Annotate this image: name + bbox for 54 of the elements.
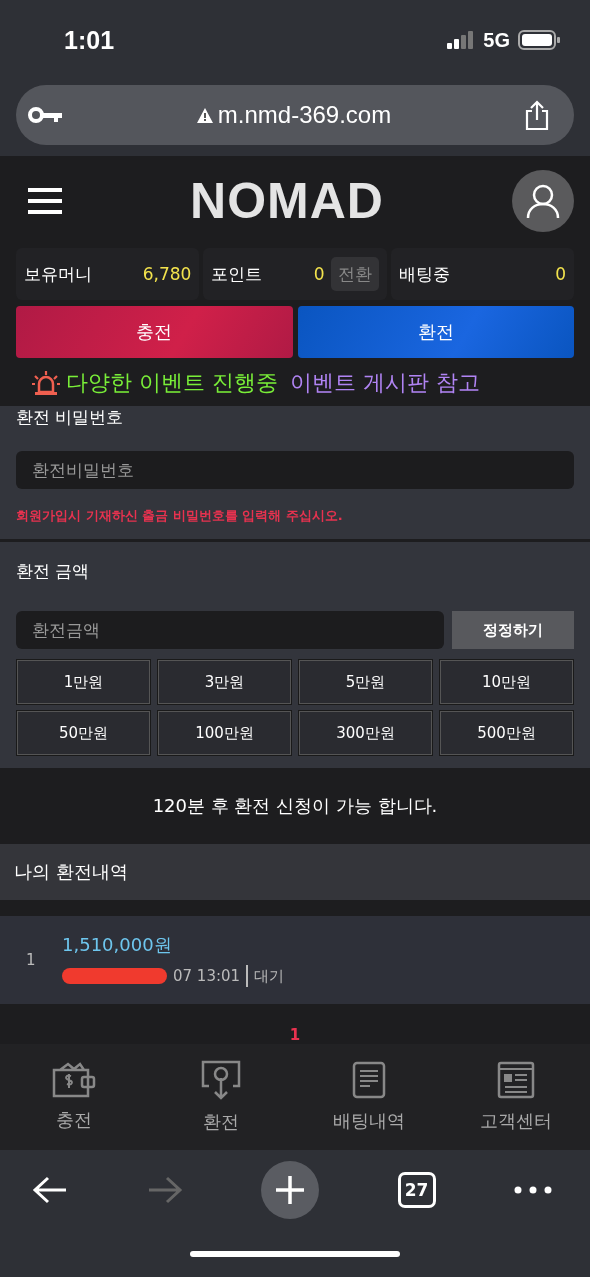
stat-value: 0 — [313, 264, 325, 284]
request-date: 07 13:01 — [173, 967, 241, 985]
nav-item[interactable]: 환전 — [161, 1060, 282, 1134]
amount-button[interactable]: 3만원 — [157, 659, 292, 705]
amount-button[interactable]: 500만원 — [439, 710, 574, 756]
wallet-icon — [51, 1062, 96, 1098]
amount-button[interactable]: 50만원 — [16, 710, 151, 756]
event-text: 다양한 이벤트 진행중 — [66, 369, 278, 397]
withdraw-button[interactable]: 환전 — [297, 306, 574, 358]
menu-icon[interactable] — [28, 188, 62, 214]
share-icon[interactable] — [524, 100, 550, 130]
amount-button[interactable]: 100만원 — [157, 710, 292, 756]
amount-button[interactable]: 1만원 — [16, 659, 151, 705]
section-title: 환전 비밀번호 — [16, 406, 125, 429]
more-icon[interactable] — [514, 1186, 552, 1194]
network-label: 5G — [483, 28, 510, 52]
page-link[interactable]: 1 — [289, 1026, 301, 1044]
address-bar[interactable]: m.nmd-369.com — [16, 85, 574, 145]
section-title: 환전 금액 — [16, 560, 91, 583]
withdraw-amount: 1,510,000원 — [62, 933, 173, 957]
signal-icon — [447, 31, 476, 49]
siren-icon — [32, 370, 60, 396]
document-icon — [351, 1061, 386, 1099]
reset-button[interactable]: 정정하기 — [452, 611, 574, 649]
tab-count-button[interactable]: 27 — [397, 1172, 436, 1208]
plus-icon — [275, 1175, 305, 1205]
notice-text: 120분 후 환전 신청이 가능 합니다. — [0, 768, 590, 844]
stat-value: 0 — [555, 264, 566, 284]
request-status: 대기 — [254, 966, 285, 986]
stat-label: 배팅중 — [398, 262, 451, 286]
stat-label: 포인트 — [211, 262, 264, 286]
stat-value: 6,780 — [142, 264, 192, 284]
nav-item[interactable]: 충전 — [13, 1062, 134, 1132]
battery-icon — [518, 30, 560, 50]
history-title: 나의 환전내역 — [14, 860, 128, 884]
stat-label: 보유머니 — [24, 262, 93, 286]
status-time: 1:01 — [64, 25, 115, 55]
amount-button[interactable]: 300만원 — [298, 710, 433, 756]
back-icon[interactable] — [32, 1175, 68, 1205]
deposit-button[interactable]: 충전 — [16, 306, 293, 358]
password-hint: 회원가입시 기재하신 출금 비밀번호를 입력해 주십시오. — [16, 507, 344, 525]
row-index: 1 — [26, 951, 37, 969]
convert-button[interactable]: 전환 — [330, 257, 379, 291]
url-text: m.nmd-369.com — [217, 101, 392, 129]
key-icon — [28, 106, 64, 124]
warning-icon — [196, 107, 213, 123]
nav-item[interactable]: 고객센터 — [456, 1061, 577, 1133]
amount-button[interactable]: 10만원 — [439, 659, 574, 705]
nav-item[interactable]: 배팅내역 — [308, 1061, 429, 1133]
amount-field[interactable]: 환전금액 — [16, 611, 444, 649]
password-field[interactable]: 환전비밀번호 — [16, 451, 574, 489]
amount-button[interactable]: 5만원 — [298, 659, 433, 705]
news-icon — [497, 1061, 536, 1099]
event-board-link[interactable]: 이벤트 게시판 참고 — [290, 368, 480, 398]
